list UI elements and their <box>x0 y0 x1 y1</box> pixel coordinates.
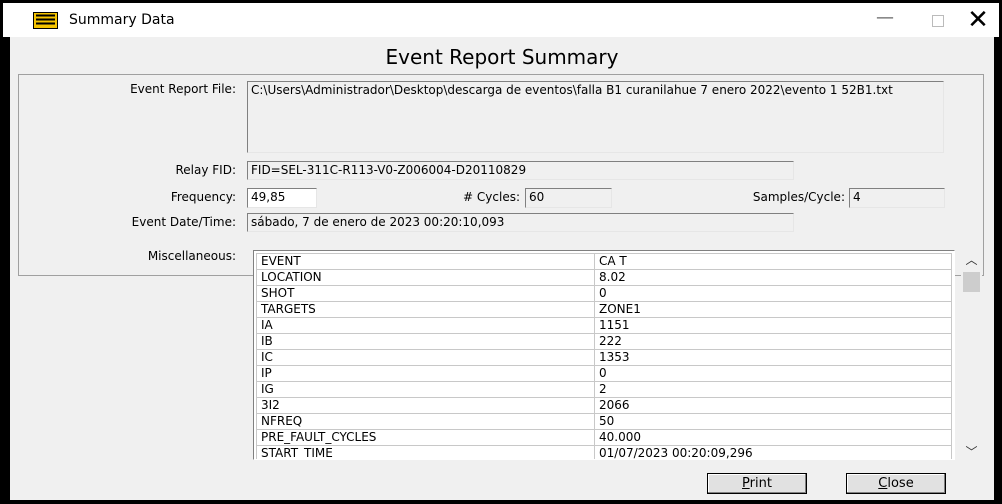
close-button[interactable]: Close <box>846 473 946 494</box>
misc-key: NFREQ <box>256 413 595 430</box>
frequency-field[interactable]: 49,85 <box>247 188 317 208</box>
miscellaneous-label: Miscellaneous: <box>147 249 236 263</box>
cycles-label: # Cycles: <box>463 190 520 204</box>
print-accelerator: P <box>742 476 750 491</box>
misc-row[interactable]: START_TIME 01/07/2023 00:20:09,296 <box>256 445 952 459</box>
report-heading: Event Report Summary <box>385 45 619 69</box>
misc-value: 2066 <box>594 397 952 414</box>
samples-per-cycle-label: Samples/Cycle: <box>752 190 845 204</box>
misc-value: CA T <box>594 253 952 270</box>
miscellaneous-list[interactable]: EVENT CA T LOCATION 8.02 SHOT 0 TARGETS ZONE1 IA… <box>253 250 955 460</box>
misc-value: 0 <box>594 365 952 382</box>
maximize-icon <box>932 15 944 27</box>
misc-row[interactable]: 3I2 2066 <box>256 397 952 414</box>
scroll-up-button[interactable]: ︿ <box>961 250 982 270</box>
misc-row[interactable]: SHOT 0 <box>256 285 952 302</box>
print-label: rint <box>749 476 772 491</box>
misc-key: EVENT <box>256 253 595 270</box>
misc-key: 3I2 <box>256 397 595 414</box>
frequency-label: Frequency: <box>170 190 236 204</box>
misc-key: TARGETS <box>256 301 595 318</box>
samples-per-cycle-field[interactable]: 4 <box>849 188 945 208</box>
event-datetime-field[interactable]: sábado, 7 de enero de 2023 00:20:10,093 <box>247 213 794 232</box>
misc-key: PRE_FAULT_CYCLES <box>256 429 595 446</box>
misc-value: 40.000 <box>594 429 952 446</box>
misc-value: ZONE1 <box>594 301 952 318</box>
window-title: Summary Data <box>69 12 175 28</box>
misc-key: LOCATION <box>256 269 595 286</box>
scroll-thumb[interactable] <box>963 272 980 292</box>
misc-value: 8.02 <box>594 269 952 286</box>
misc-value: 01/07/2023 00:20:09,296 <box>594 445 952 459</box>
misc-key: IG <box>256 381 595 398</box>
misc-value: 50 <box>594 413 952 430</box>
misc-row[interactable]: LOCATION 8.02 <box>256 269 952 286</box>
summary-data-window: Summary Data — ✕ Event Report Summary Ev… <box>0 0 1002 504</box>
scroll-down-button[interactable]: ﹀ <box>961 442 982 462</box>
misc-row[interactable]: IG 2 <box>256 381 952 398</box>
miscellaneous-scrollbar[interactable]: ︿ ﹀ <box>961 250 982 462</box>
print-button[interactable]: Print <box>707 473 807 494</box>
misc-value: 0 <box>594 285 952 302</box>
event-datetime-label: Event Date/Time: <box>131 215 236 229</box>
misc-key: IB <box>256 333 595 350</box>
misc-value: 222 <box>594 333 952 350</box>
misc-row[interactable]: IP 0 <box>256 365 952 382</box>
relay-fid-field[interactable]: FID=SEL-311C-R113-V0-Z006004-D20110829 <box>247 161 794 180</box>
title-bar[interactable]: Summary Data — ✕ <box>3 3 999 37</box>
event-report-file-label: Event Report File: <box>130 82 236 96</box>
misc-row[interactable]: IC 1353 <box>256 349 952 366</box>
misc-key: IC <box>256 349 595 366</box>
summary-document-icon <box>33 12 58 29</box>
miscellaneous-table: EVENT CA T LOCATION 8.02 SHOT 0 TARGETS ZONE1 IA… <box>256 253 952 459</box>
misc-key: IA <box>256 317 595 334</box>
misc-row[interactable]: NFREQ 50 <box>256 413 952 430</box>
misc-row[interactable]: TARGETS ZONE1 <box>256 301 952 318</box>
misc-value: 1353 <box>594 349 952 366</box>
misc-value: 1151 <box>594 317 952 334</box>
close-window-button[interactable]: ✕ <box>955 5 1001 35</box>
misc-key: SHOT <box>256 285 595 302</box>
misc-row[interactable]: EVENT CA T <box>256 253 952 270</box>
misc-value: 2 <box>594 381 952 398</box>
misc-key: START_TIME <box>256 445 595 459</box>
misc-row[interactable]: IB 222 <box>256 333 952 350</box>
close-accelerator: C <box>878 476 888 491</box>
dialog-client-area: Event Report Summary Event Report File: … <box>10 37 994 500</box>
relay-fid-label: Relay FID: <box>175 163 236 177</box>
cycles-field[interactable]: 60 <box>525 188 612 208</box>
event-report-file-field[interactable]: C:\Users\Administrador\Desktop\descarga … <box>247 81 944 153</box>
misc-row[interactable]: IA 1151 <box>256 317 952 334</box>
misc-key: IP <box>256 365 595 382</box>
minimize-button[interactable]: — <box>862 3 908 33</box>
misc-row[interactable]: PRE_FAULT_CYCLES 40.000 <box>256 429 952 446</box>
close-label: lose <box>887 476 914 491</box>
